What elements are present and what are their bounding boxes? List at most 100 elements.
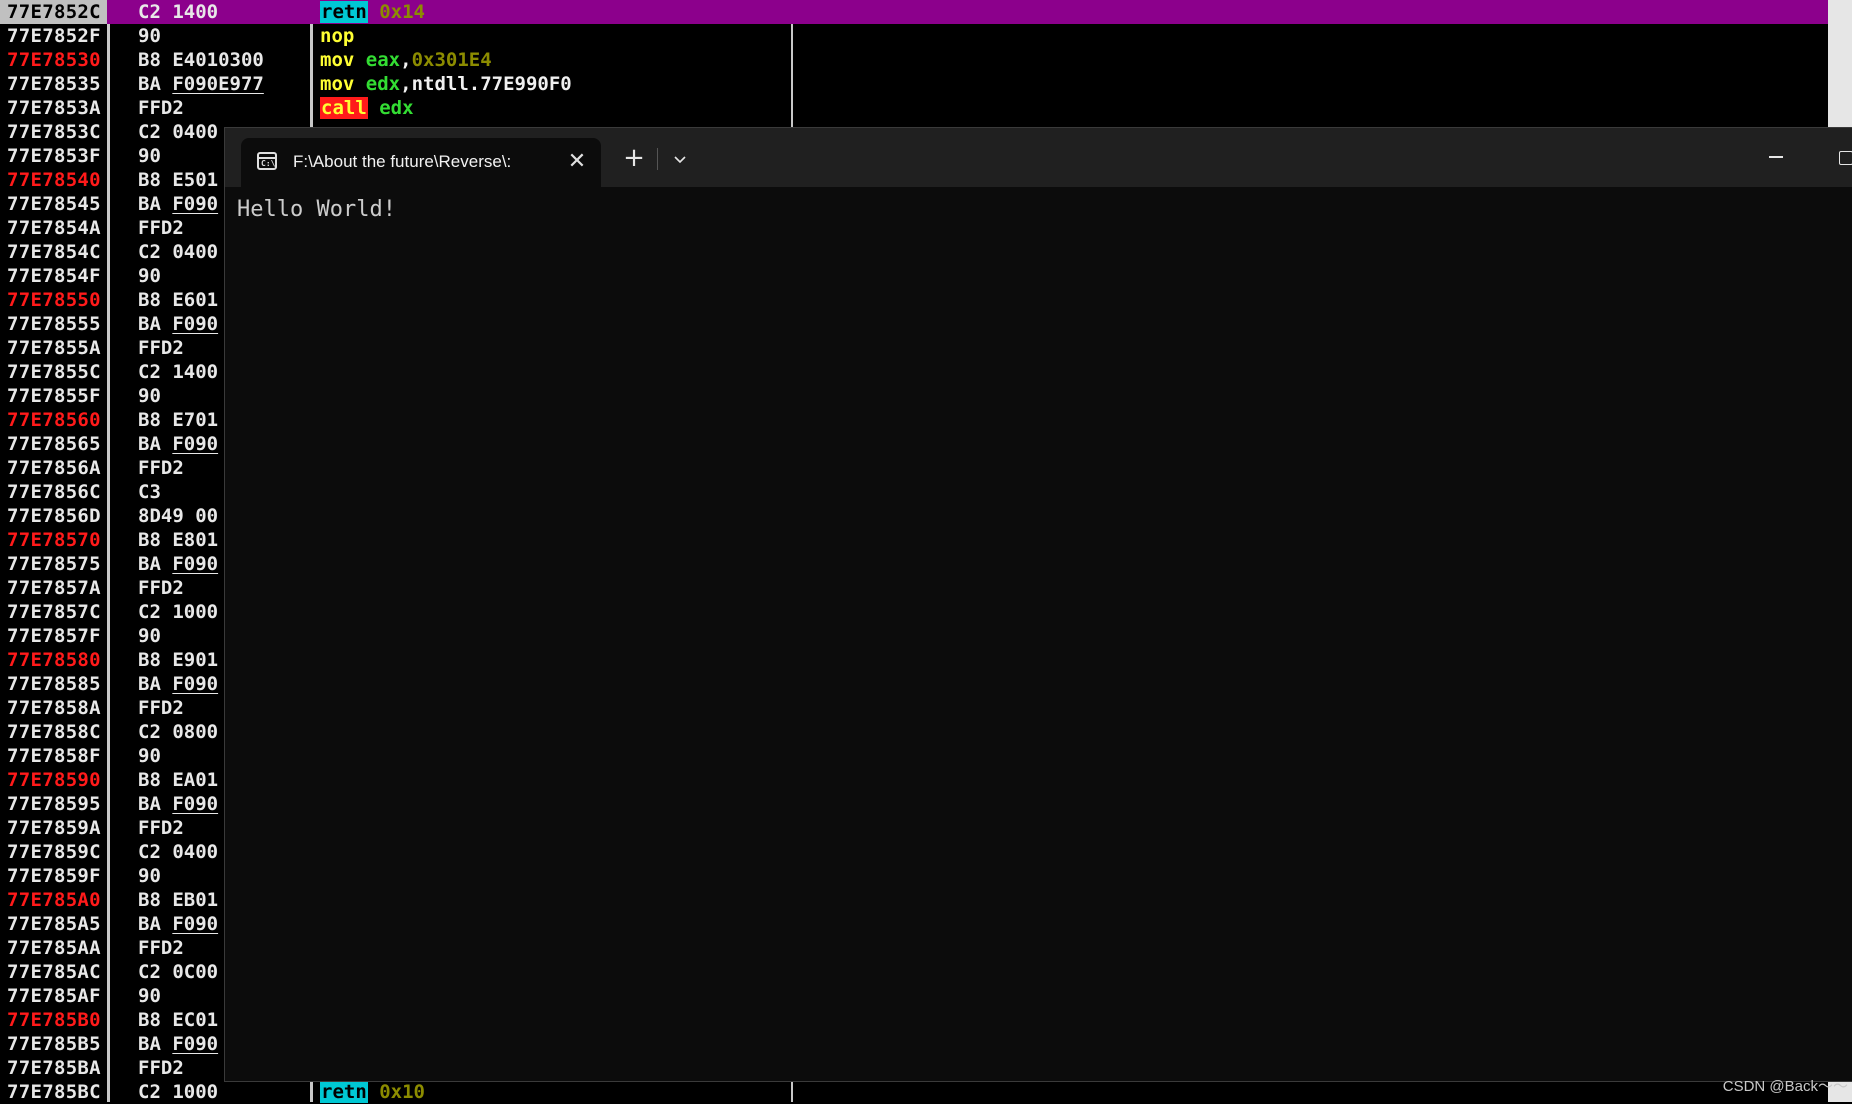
row-address: 77E78550 (7, 289, 101, 311)
row-address: 77E7855F (7, 385, 101, 407)
row-hex-bytes: 8D49 00 (138, 505, 219, 527)
row-hex-bytes: FFD2 (138, 577, 184, 599)
row-hex-bytes: C3 (138, 481, 161, 503)
row-address: 77E78580 (7, 649, 101, 671)
row-disassembly: mov eax,0x301E4 (320, 49, 492, 71)
row-hex-bytes: FFD2 (138, 97, 184, 119)
row-hex-bytes: B8 EC01 (138, 1009, 219, 1031)
row-hex-bytes: C2 1400 (138, 1, 219, 23)
row-hex-bytes: C2 1400 (138, 361, 219, 383)
terminal-tab[interactable]: C:\ F:\About the future\Reverse\: ✕ (241, 138, 601, 187)
operand-value: 0x10 (379, 1081, 425, 1103)
row-disassembly: call edx (320, 96, 414, 120)
row-address: 77E7855A (7, 337, 101, 359)
row-hex-bytes: 90 (138, 625, 161, 647)
row-hex-bytes: 90 (138, 745, 161, 767)
row-hex-bytes: C2 1000 (138, 601, 219, 623)
row-hex-bytes: FFD2 (138, 697, 184, 719)
row-address: 77E7853C (7, 121, 101, 143)
mnemonic: nop (320, 25, 355, 47)
row-hex-bytes: FFD2 (138, 337, 184, 359)
console-output[interactable]: Hello World! (237, 195, 396, 225)
row-hex-bytes: FFD2 (138, 817, 184, 839)
operand-register: edx (379, 97, 414, 119)
row-hex-bytes: FFD2 (138, 457, 184, 479)
row-address: 77E7853A (7, 97, 101, 119)
mnemonic: call (320, 97, 368, 119)
row-address: 77E7856A (7, 457, 101, 479)
row-hex-bytes: 90 (138, 265, 161, 287)
row-hex-bytes: 90 (138, 985, 161, 1007)
tab-title: F:\About the future\Reverse\: (293, 152, 512, 171)
disassembly-row[interactable]: 77E7852C C2 1400 retn 0x14 (0, 0, 1828, 24)
row-hex-bytes: C2 0400 (138, 841, 219, 863)
row-address: 77E7856D (7, 505, 101, 527)
row-hex-bytes: BA F090 (138, 313, 219, 335)
mnemonic: retn (320, 1, 368, 23)
row-address: 77E7857F (7, 625, 101, 647)
row-hex-bytes: B8 E901 (138, 649, 219, 671)
tab-bar: C:\ F:\About the future\Reverse\: ✕ + (225, 128, 1852, 187)
row-hex-bytes: C2 0C00 (138, 961, 219, 983)
new-tab-button[interactable]: + (617, 144, 651, 174)
tab-divider (657, 148, 658, 170)
row-address: 77E785A0 (7, 889, 101, 911)
chevron-down-icon (674, 156, 686, 164)
row-address: 77E7854A (7, 217, 101, 239)
row-address: 77E78595 (7, 793, 101, 815)
row-hex-bytes: 90 (138, 145, 161, 167)
row-address: 77E7856C (7, 481, 101, 503)
disassembly-row[interactable]: 77E7852F 90 nop (0, 24, 1828, 48)
row-address: 77E785AC (7, 961, 101, 983)
tab-dropdown-button[interactable] (665, 146, 695, 174)
disassembly-row[interactable]: 77E785BC C2 1000 retn 0x10 (0, 1080, 1828, 1104)
operand-value: 0x14 (379, 1, 425, 23)
row-address: 77E78545 (7, 193, 101, 215)
row-hex-bytes: BA F090 (138, 433, 219, 455)
disassembly-row[interactable]: 77E78530 B8 E4010300 mov eax,0x301E4 (0, 48, 1828, 72)
row-hex-bytes: FFD2 (138, 937, 184, 959)
row-hex-bytes: BA F090 (138, 913, 219, 935)
row-hex-bytes: 90 (138, 865, 161, 887)
row-address: 77E785A5 (7, 913, 101, 935)
row-hex-bytes: C2 0800 (138, 721, 219, 743)
row-address: 77E78590 (7, 769, 101, 791)
row-disassembly: retn 0x10 (320, 1080, 425, 1104)
mnemonic: mov (320, 49, 355, 71)
row-hex-bytes: 90 (138, 25, 161, 47)
row-hex-bytes: FFD2 (138, 1057, 184, 1079)
mnemonic: retn (320, 1081, 368, 1103)
row-address: 77E78575 (7, 553, 101, 575)
row-hex-bytes: BA F090 (138, 793, 219, 815)
row-address: 77E7855C (7, 361, 101, 383)
maximize-button[interactable] (1831, 144, 1852, 170)
row-address: 77E7852F (7, 25, 101, 47)
plus-icon: + (623, 143, 645, 173)
operand-register: edx (365, 73, 401, 95)
row-hex-bytes: B8 E801 (138, 529, 219, 551)
row-address: 77E78535 (7, 73, 101, 95)
row-hex-bytes: C2 1000 (138, 1081, 219, 1103)
row-disassembly: mov edx,ntdll.77E990F0 (320, 73, 572, 95)
close-icon[interactable]: ✕ (563, 148, 591, 176)
row-address: 77E7859A (7, 817, 101, 839)
disassembly-row[interactable]: 77E78535 BA F090E977 mov edx,ntdll.77E990F… (0, 72, 1828, 96)
row-hex-bytes: C2 0400 (138, 121, 219, 143)
row-address: 77E7857C (7, 601, 101, 623)
tab-icon-label: C:\ (261, 159, 276, 168)
operand-value: 0x301E4 (411, 49, 492, 71)
terminal-window[interactable]: C:\ F:\About the future\Reverse\: ✕ + He… (224, 127, 1852, 1082)
row-address: 77E785BC (7, 1081, 101, 1103)
minimize-button[interactable] (1761, 142, 1791, 172)
row-disassembly: retn 0x14 (320, 0, 425, 24)
row-hex-bytes: B8 E601 (138, 289, 219, 311)
row-address: 77E78555 (7, 313, 101, 335)
row-hex-bytes: B8 E4010300 (138, 49, 264, 71)
row-address: 77E7858F (7, 745, 101, 767)
row-address: 77E78585 (7, 673, 101, 695)
row-address: 77E7853F (7, 145, 101, 167)
disassembly-row[interactable]: 77E7853A FFD2 call edx (0, 96, 1828, 120)
row-address: 77E785AF (7, 985, 101, 1007)
row-address: 77E7859C (7, 841, 101, 863)
row-address: 77E78570 (7, 529, 101, 551)
